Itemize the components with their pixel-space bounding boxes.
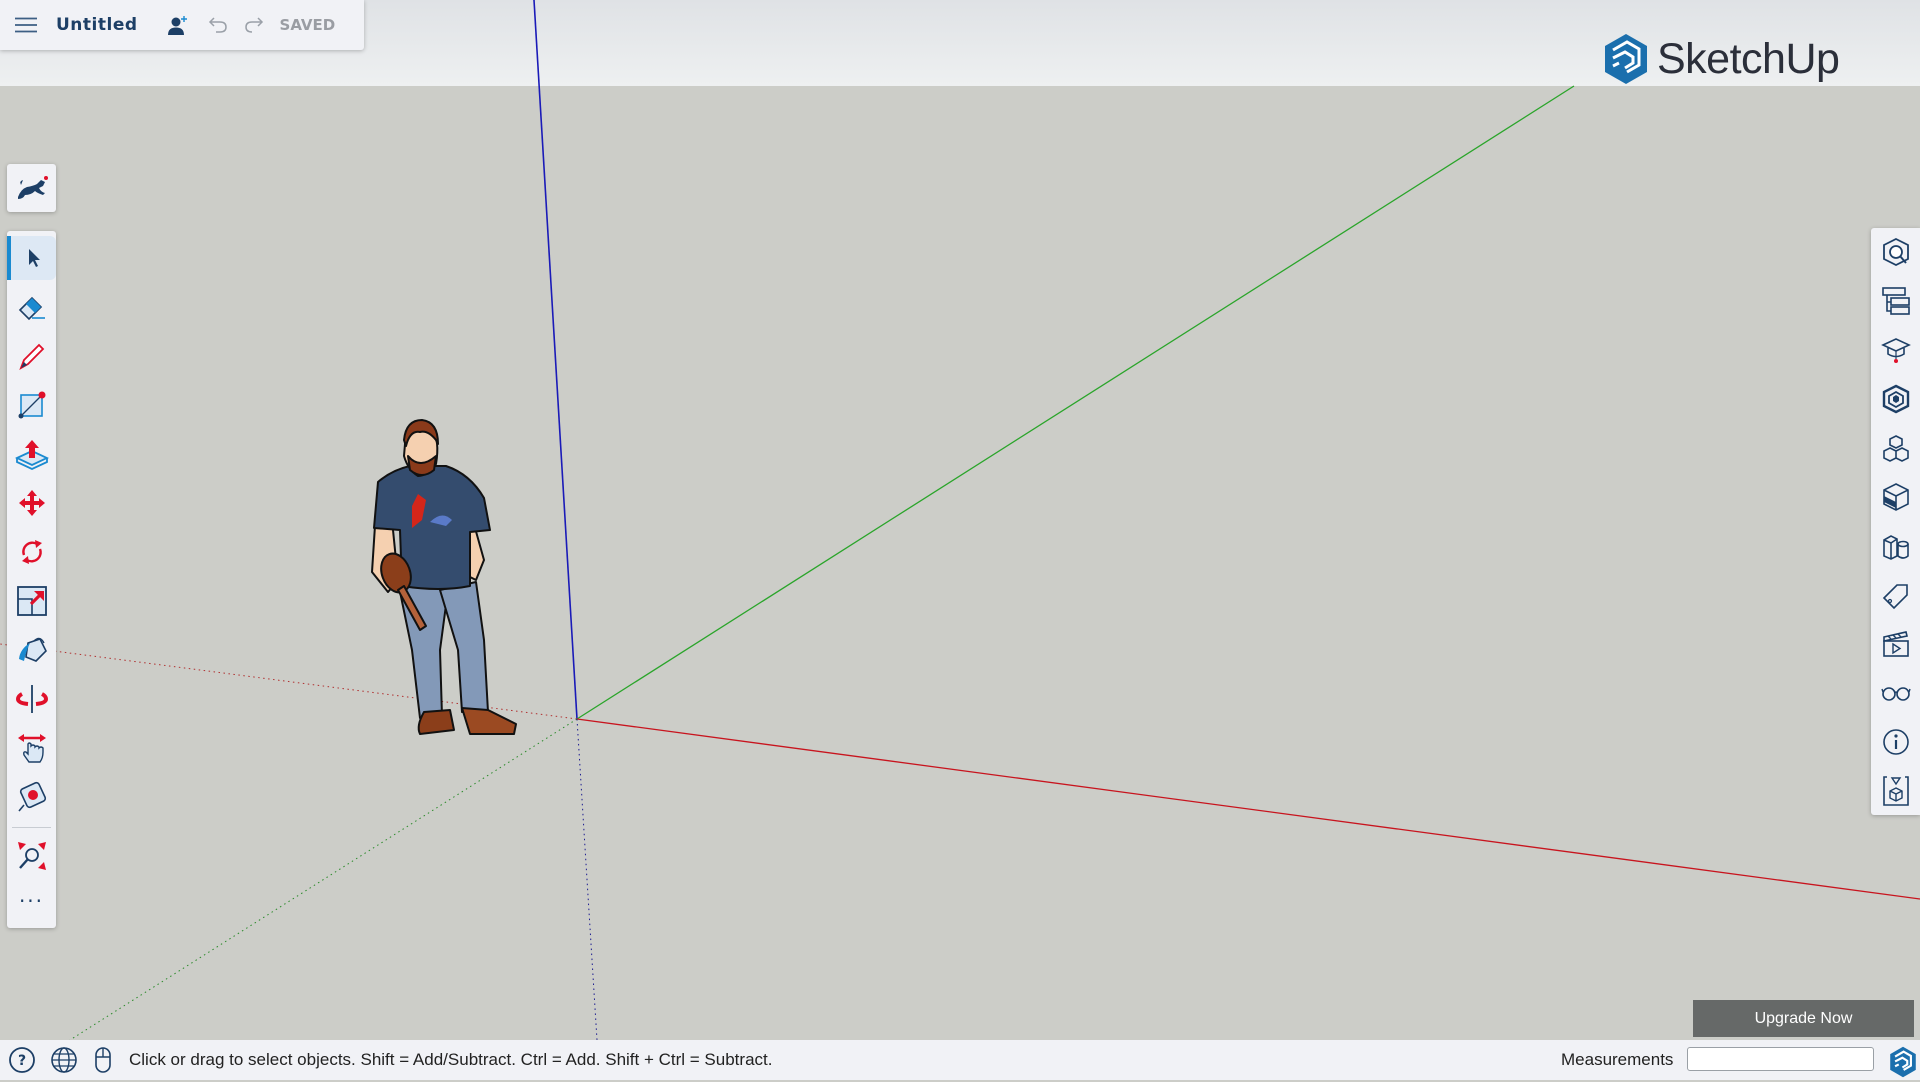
styles-icon: [1882, 535, 1909, 560]
tool-move[interactable]: [7, 481, 56, 525]
green-axis-negative: [69, 718, 578, 1041]
sketchup-status-logo[interactable]: [1889, 1046, 1917, 1082]
running-dog-icon: [17, 176, 48, 199]
language-button[interactable]: [49, 1045, 79, 1075]
title-bar: Untitled SAVED: [0, 0, 364, 50]
tool-more[interactable]: ···: [7, 879, 56, 923]
mouse-button[interactable]: [91, 1045, 115, 1075]
tape-measure-icon: [17, 781, 46, 812]
redo-icon: [244, 17, 263, 33]
document-title[interactable]: Untitled: [56, 15, 138, 35]
scale-figure-person[interactable]: [371, 419, 517, 735]
panel-model-info[interactable]: [1871, 720, 1920, 764]
panel-scenes[interactable]: [1871, 622, 1920, 666]
warehouse-cubes-icon: [1882, 435, 1909, 462]
share-button[interactable]: [166, 13, 190, 37]
materials-cube-icon: [1882, 483, 1909, 511]
tool-pan[interactable]: [7, 726, 56, 770]
svg-text:?: ?: [18, 1053, 26, 1069]
tool-eraser[interactable]: [7, 285, 56, 329]
globe-icon: [51, 1047, 77, 1073]
rectangle-icon: [18, 391, 45, 419]
redo-button[interactable]: [242, 13, 266, 37]
panel-entity-info[interactable]: [1871, 230, 1920, 274]
help-button[interactable]: ?: [7, 1045, 37, 1075]
3d-viewport[interactable]: [0, 0, 1920, 1080]
panel-components[interactable]: [1871, 377, 1920, 421]
tool-push-pull[interactable]: [7, 432, 56, 476]
green-axis: [576, 85, 1575, 720]
mouse-icon: [95, 1047, 111, 1073]
hamburger-menu-icon: [15, 17, 37, 33]
sketchup-logo-icon: [1605, 34, 1647, 84]
zoom-extents-icon: [17, 842, 46, 870]
entity-search-icon: [1882, 237, 1909, 267]
move-icon: [18, 490, 45, 516]
sketchup-logo-icon: [1890, 1046, 1916, 1078]
tool-rotate[interactable]: [7, 530, 56, 574]
tool-rectangle[interactable]: [7, 383, 56, 427]
tool-select[interactable]: [7, 236, 56, 280]
panel-tags[interactable]: [1871, 573, 1920, 617]
red-axis-negative: [0, 643, 578, 720]
red-axis: [576, 718, 1920, 900]
status-message: Click or drag to select objects. Shift =…: [129, 1050, 773, 1069]
brand-name: SketchUp: [1657, 34, 1840, 83]
measurements-label: Measurements: [1561, 1050, 1674, 1069]
panel-styles[interactable]: [1871, 524, 1920, 568]
tool-orbit[interactable]: [7, 677, 56, 721]
scenes-clapper-icon: [1882, 631, 1909, 657]
tool-tape-measure[interactable]: [7, 775, 56, 819]
blue-axis-negative: [576, 718, 598, 1041]
panel-instructor[interactable]: [1871, 328, 1920, 372]
right-panel-toolbar: [1871, 228, 1920, 815]
scale-icon: [16, 586, 47, 616]
save-status: SAVED: [279, 16, 336, 34]
more-dots-icon: ···: [18, 889, 45, 913]
rotate-icon: [21, 540, 42, 564]
graduation-cap-icon: [1880, 338, 1911, 363]
search-dog-button[interactable]: [7, 164, 56, 212]
measurements-input[interactable]: [1687, 1047, 1874, 1071]
left-toolbar: ···: [7, 231, 56, 928]
pan-icon: [17, 734, 46, 763]
paint-bucket-icon: [18, 637, 47, 662]
export-cube-icon: [1882, 776, 1909, 806]
upgrade-now-button[interactable]: Upgrade Now: [1693, 1000, 1914, 1037]
help-icon: ?: [9, 1047, 35, 1073]
tool-scale[interactable]: [7, 579, 56, 623]
tool-line[interactable]: [7, 334, 56, 378]
select-arrow-icon: [28, 249, 40, 267]
sketchup-logo: SketchUp: [1603, 33, 1840, 85]
tool-paint-bucket[interactable]: [7, 628, 56, 672]
panel-3d-warehouse[interactable]: [1871, 426, 1920, 470]
toolbar-divider: [12, 827, 51, 828]
info-icon: [1882, 729, 1909, 755]
hamburger-menu-button[interactable]: [14, 13, 38, 37]
add-user-icon: [167, 16, 187, 35]
panel-display[interactable]: [1871, 671, 1920, 715]
tag-icon: [1882, 584, 1908, 610]
panel-solid-inspector[interactable]: [1871, 769, 1920, 813]
tool-zoom-extents[interactable]: [7, 834, 56, 878]
eraser-icon: [18, 296, 45, 321]
orbit-icon: [15, 685, 48, 713]
panel-materials[interactable]: [1871, 475, 1920, 519]
outliner-icon: [1881, 287, 1910, 315]
panel-outliner[interactable]: [1871, 279, 1920, 323]
push-pull-icon: [14, 440, 49, 470]
component-icon: [1882, 384, 1909, 414]
pencil-icon: [18, 343, 44, 371]
blue-axis: [533, 0, 578, 720]
glasses-icon: [1880, 687, 1911, 701]
undo-button[interactable]: [206, 13, 230, 37]
undo-icon: [208, 17, 227, 33]
